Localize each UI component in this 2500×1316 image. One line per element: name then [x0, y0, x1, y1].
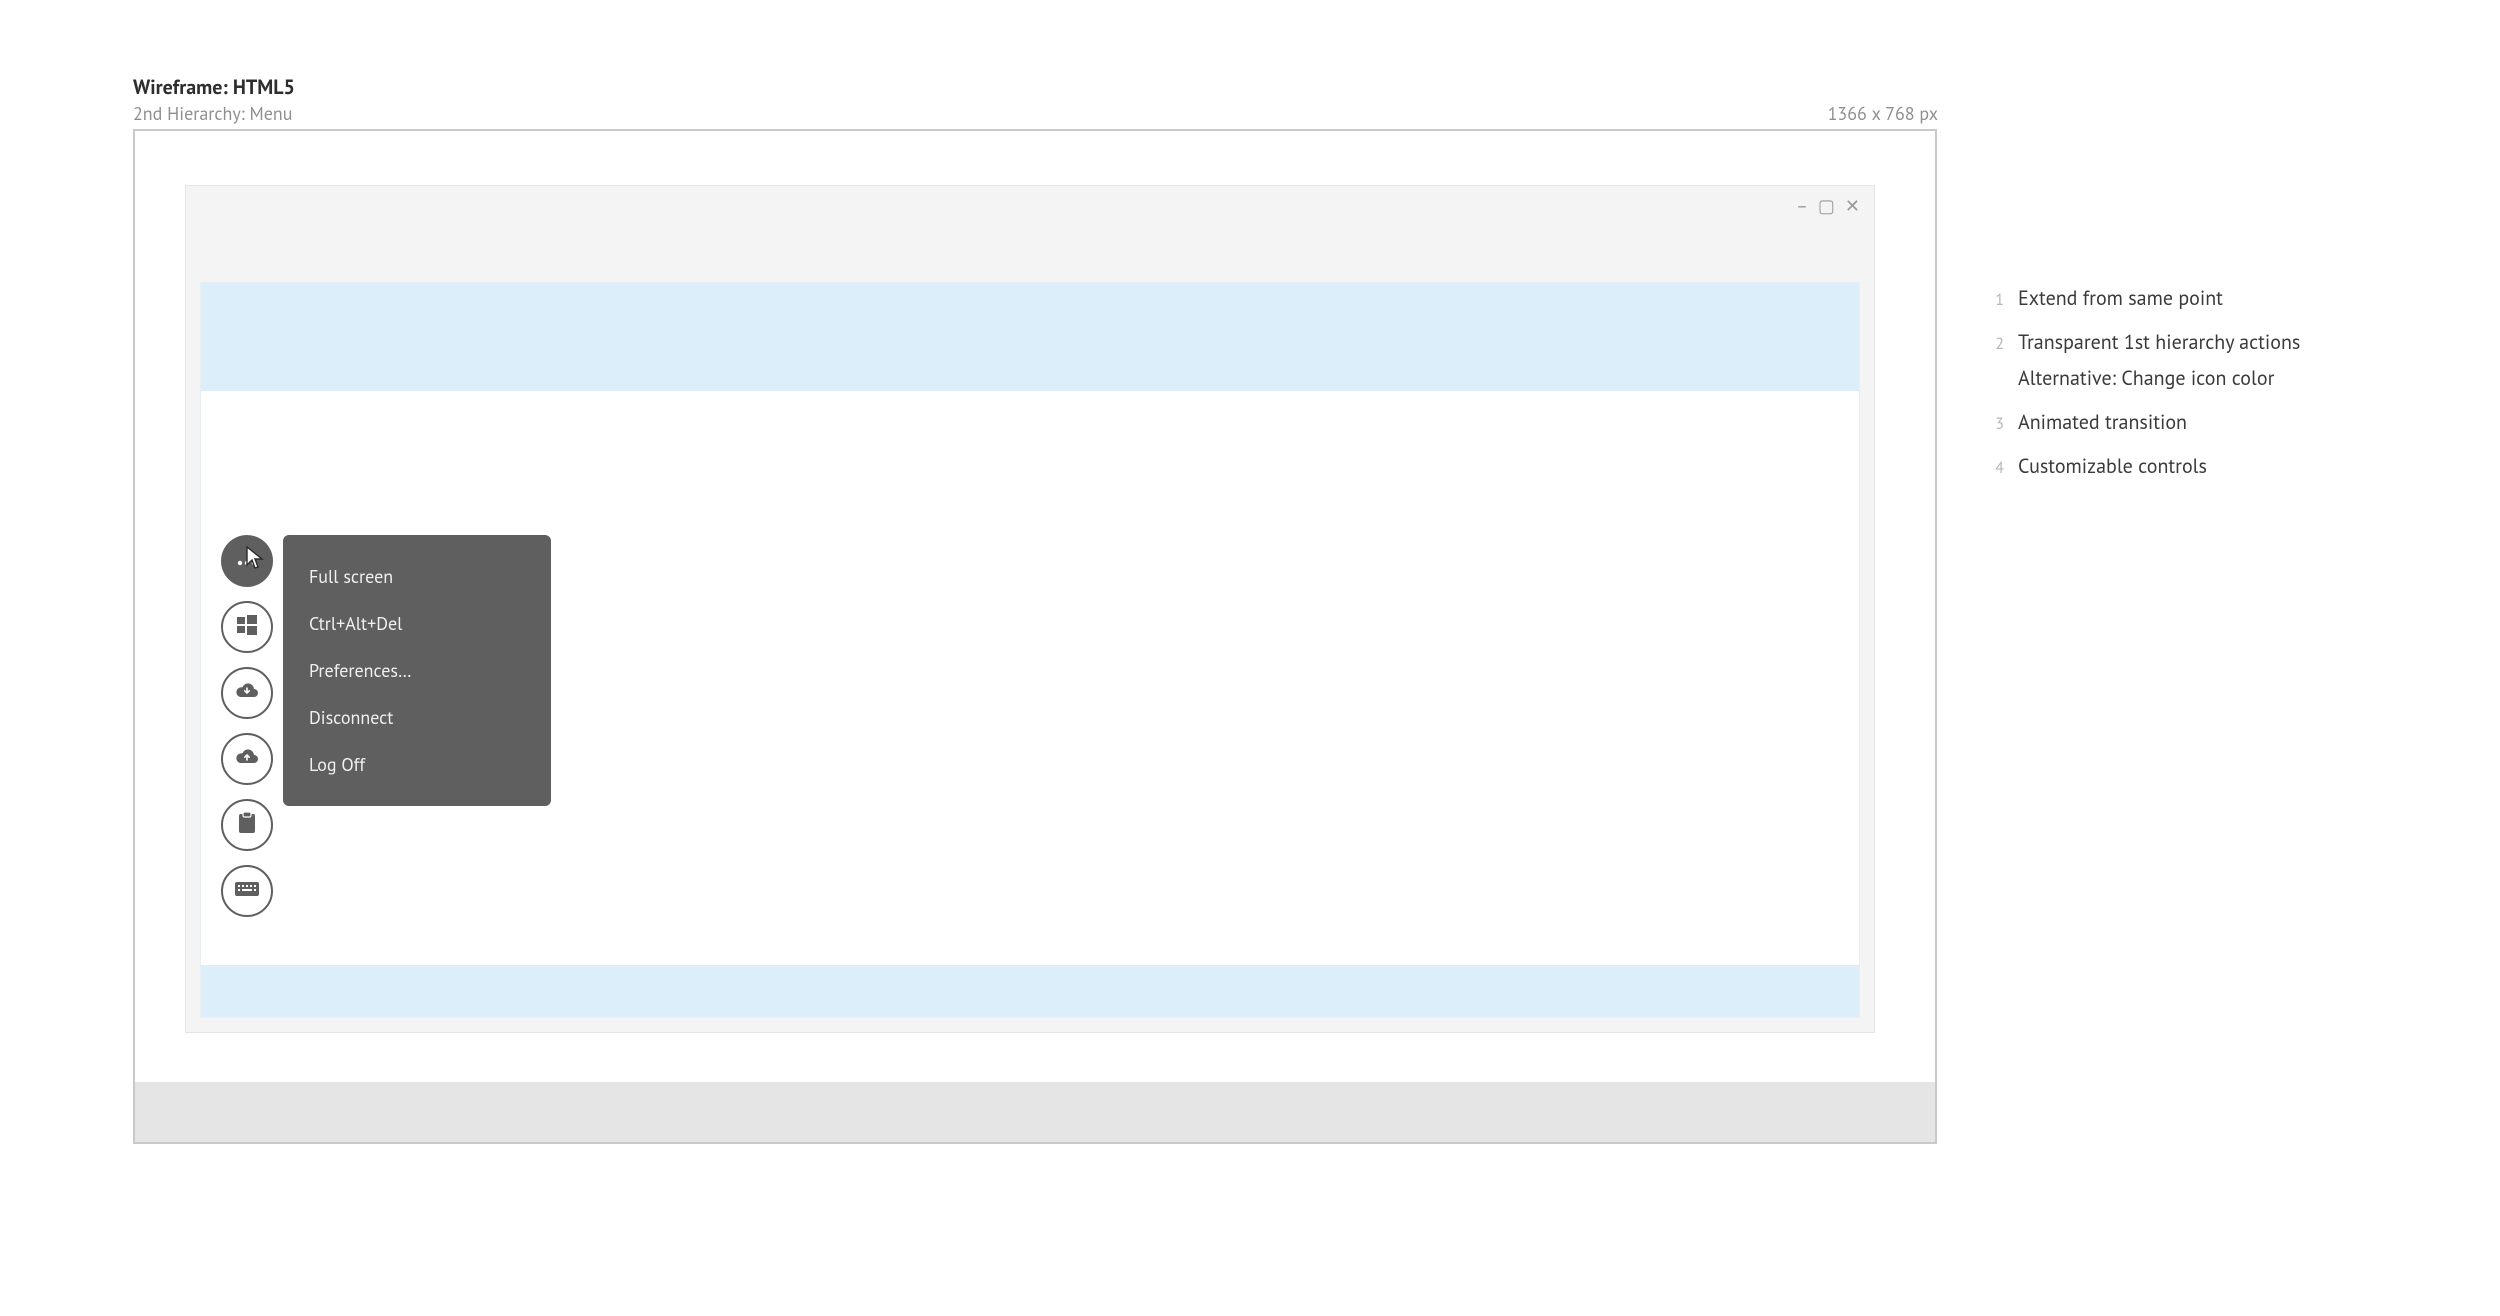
menu-item-logoff[interactable]: Log Off [283, 741, 551, 788]
minimize-button[interactable]: – [1796, 194, 1808, 217]
annotation-item: 3 Animated transition [1990, 409, 2470, 435]
more-button[interactable] [221, 535, 273, 587]
annotation-item: 4 Customizable controls [1990, 453, 2470, 479]
annotation-number: 3 [1990, 414, 2004, 434]
annotation-text: Extend from same point [2018, 285, 2223, 311]
page-subtitle: 2nd Hierarchy: Menu [133, 102, 292, 125]
page-title: Wireframe: HTML5 [133, 74, 295, 100]
annotation-text: Animated transition [2018, 409, 2187, 435]
keyboard-icon [234, 881, 260, 902]
frame-dimensions-label: 1366 x 768 px [1828, 102, 1938, 125]
upload-icon [234, 747, 260, 772]
menu-item-preferences[interactable]: Preferences… [283, 647, 551, 694]
download-button[interactable] [221, 667, 273, 719]
windows-icon [236, 614, 258, 641]
annotation-text: Transparent 1st hierarchy actions [2018, 329, 2300, 355]
app-window: – ▢ ✕ [185, 185, 1875, 1033]
menu-item-ctrlaltdel[interactable]: Ctrl+Alt+Del [283, 600, 551, 647]
menu-item-fullscreen[interactable]: Full screen [283, 553, 551, 600]
annotation-item: 1 Extend from same point [1990, 285, 2470, 311]
upload-button[interactable] [221, 733, 273, 785]
annotation-text: Customizable controls [2018, 453, 2207, 479]
annotation-number: 4 [1990, 458, 2004, 478]
keyboard-button[interactable] [221, 865, 273, 917]
windows-button[interactable] [221, 601, 273, 653]
clipboard-button[interactable] [221, 799, 273, 851]
window-titlebar: – ▢ ✕ [186, 186, 1874, 282]
more-icon [237, 551, 257, 571]
wireframe-frame: – ▢ ✕ [133, 129, 1937, 1144]
action-rail [221, 535, 273, 917]
footer-band [201, 965, 1859, 1017]
menu-item-disconnect[interactable]: Disconnect [283, 694, 551, 741]
download-icon [234, 681, 260, 706]
clipboard-icon [237, 811, 257, 840]
content-area: Full screen Ctrl+Alt+Del Preferences… Di… [200, 282, 1860, 1018]
frame-footer-bar [135, 1082, 1935, 1142]
annotation-list: 1 Extend from same point 2 Transparent 1… [1990, 285, 2470, 497]
annotation-subtext: Alternative: Change icon color [2018, 365, 2470, 391]
maximize-button[interactable]: ▢ [1818, 194, 1835, 217]
close-button[interactable]: ✕ [1845, 194, 1860, 217]
annotation-number: 2 [1990, 334, 2004, 354]
annotation-number: 1 [1990, 290, 2004, 310]
header-band [201, 283, 1859, 391]
context-menu: Full screen Ctrl+Alt+Del Preferences… Di… [283, 535, 551, 806]
annotation-item: 2 Transparent 1st hierarchy actions [1990, 329, 2470, 355]
